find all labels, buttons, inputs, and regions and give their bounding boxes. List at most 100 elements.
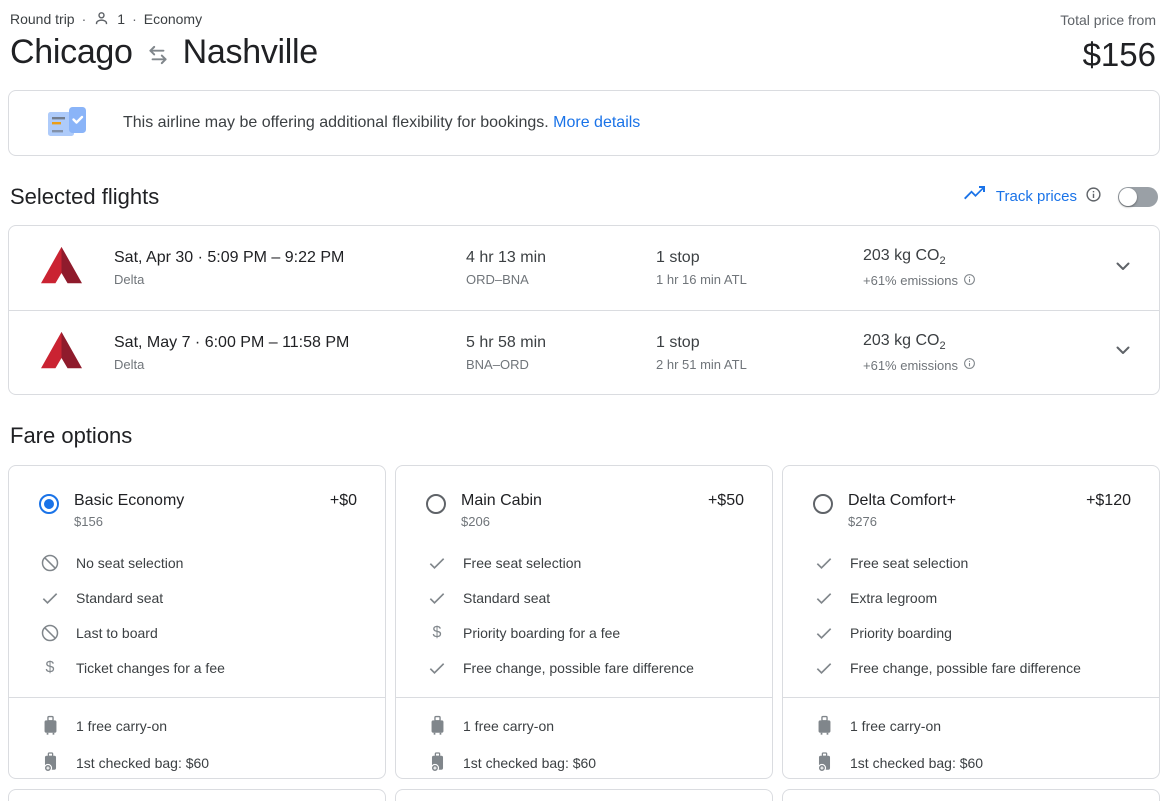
- passenger-count: 1: [117, 10, 126, 27]
- not-included-icon: [40, 553, 60, 573]
- fare-feature-label: Free seat selection: [850, 555, 969, 571]
- fare-baggage: $ 1 free carry-on: [9, 697, 385, 773]
- trip-type-label: Round trip: [10, 10, 75, 27]
- track-prices-toggle[interactable]: [1118, 186, 1158, 207]
- flight-date-times: Sat, May 7 · 6:00 PM – 11:58 PM: [114, 333, 350, 351]
- total-price-block: Total price from $156: [1060, 10, 1156, 74]
- not-included-icon: [40, 623, 60, 643]
- fare-price-delta: +$120: [1086, 492, 1131, 509]
- fare-feature-label: 1st checked bag: $60: [850, 754, 984, 771]
- fare-feature-label: Standard seat: [76, 590, 164, 606]
- chevron-down-icon: [1111, 254, 1135, 283]
- fare-features: $ Free seat selection: [426, 553, 744, 678]
- fare-feature-label: Free change, possible fare difference: [463, 660, 694, 676]
- check-icon: [814, 588, 834, 608]
- expand-flight-chevron[interactable]: [1095, 338, 1135, 367]
- fare-card[interactable]: Basic Economy $156 +$0 $: [8, 465, 386, 779]
- check-icon: [427, 658, 447, 678]
- flights-list: Sat, Apr 30 · 5:09 PM – 9:22 PM Delta 4 …: [8, 225, 1160, 395]
- fare-feature-label: Extra legroom: [850, 590, 938, 606]
- fare-feature-label: Priority boarding for a fee: [463, 625, 621, 641]
- more-details-link[interactable]: More details: [553, 114, 640, 131]
- fare-feature-row: $ No seat selection: [39, 553, 357, 573]
- flight-row[interactable]: Sat, Apr 30 · 5:09 PM – 9:22 PM Delta 4 …: [9, 226, 1159, 310]
- chevron-down-icon: [1111, 338, 1135, 367]
- fare-feature-row: $ 1 free carry-on: [426, 715, 744, 736]
- toggle-thumb: [1119, 187, 1137, 206]
- fare-price-delta: +$0: [329, 492, 357, 509]
- flight-date-times: Sat, Apr 30 · 5:09 PM – 9:22 PM: [114, 249, 345, 266]
- trending-icon: [962, 182, 986, 211]
- flight-emissions: 203 kg CO2: [863, 247, 946, 268]
- fare-feature-label: Ticket changes for a fee: [76, 660, 225, 676]
- emissions-info-icon[interactable]: [963, 357, 976, 373]
- fare-feature-label: No seat selection: [76, 555, 184, 571]
- fare-name: Main Cabin: [461, 492, 542, 509]
- cabin-class-label: Economy: [143, 10, 203, 27]
- fare-options-title: Fare options: [10, 423, 133, 448]
- flight-stops: 1 stop: [656, 333, 700, 351]
- total-price-label: Total price from: [1060, 12, 1156, 28]
- flight-emissions: 203 kg CO2: [863, 331, 946, 353]
- fare-feature-label: Free seat selection: [463, 555, 582, 571]
- delta-airline-logo: [39, 245, 114, 291]
- selected-flights-title: Selected flights: [10, 183, 160, 209]
- track-prices-control: Track prices: [962, 182, 1158, 211]
- carry-on-bag-icon: [42, 715, 59, 736]
- fare-feature-label: 1st checked bag: $60: [76, 754, 210, 771]
- flight-layover: 1 hr 16 min ATL: [656, 272, 747, 287]
- fare-card[interactable]: Delta Comfort+ $276 +$120 $: [782, 465, 1160, 779]
- flight-layover: 2 hr 51 min ATL: [656, 356, 747, 372]
- carry-on-bag-icon: [429, 715, 446, 736]
- total-price-value: $156: [1082, 36, 1156, 73]
- fare-feature-label: 1 free carry-on: [850, 717, 942, 734]
- fare-feature-row: $ 1st checked bag: $60: [426, 752, 744, 773]
- airline-name: Delta: [114, 272, 145, 287]
- fare-feature-row: $ 1st checked bag: $60: [813, 752, 1131, 773]
- separator-dot: ·: [132, 10, 137, 27]
- fare-features: $ Free seat selection: [813, 553, 1131, 678]
- fare-card[interactable]: Main Cabin $206 +$50 $: [395, 465, 773, 779]
- fare-feature-row: $ Free seat selection: [813, 553, 1131, 573]
- fare-feature-row: $ Priority boarding: [813, 623, 1131, 643]
- check-icon: [427, 588, 447, 608]
- fare-feature-label: Standard seat: [463, 590, 551, 606]
- info-icon[interactable]: [1085, 186, 1102, 208]
- checked-bag-icon: [429, 752, 446, 773]
- track-prices-label[interactable]: Track prices: [996, 188, 1077, 205]
- fare-feature-row: $ Free change, possible fare difference: [426, 658, 744, 678]
- fare-feature-label: 1st checked bag: $60: [463, 754, 597, 771]
- check-icon: [427, 553, 447, 573]
- fare-baggage: $ 1 free carry-on: [783, 697, 1159, 773]
- flight-details-page: Round trip · 1 · Economy Chicago Nashvil…: [0, 0, 1168, 801]
- fare-feature-row: $ Extra legroom: [813, 588, 1131, 608]
- fare-feature-row: $ Ticket changes for a fee: [39, 658, 357, 678]
- emissions-info-icon[interactable]: [963, 273, 976, 289]
- check-icon: [40, 588, 60, 608]
- expand-flight-chevron[interactable]: [1095, 254, 1135, 283]
- flight-stops: 1 stop: [656, 249, 700, 266]
- check-icon: [814, 623, 834, 643]
- fare-radio[interactable]: [813, 494, 833, 514]
- fare-radio[interactable]: [426, 494, 446, 514]
- route-title: Chicago Nashville: [10, 33, 318, 72]
- flight-row[interactable]: Sat, May 7 · 6:00 PM – 11:58 PM Delta 5 …: [9, 310, 1159, 394]
- check-icon: [814, 658, 834, 678]
- airline-name: Delta: [114, 356, 145, 372]
- fare-feature-label: Free change, possible fare difference: [850, 660, 1081, 676]
- fare-feature-label: Priority boarding: [850, 625, 952, 641]
- flight-emissions-delta: +61% emissions: [863, 357, 1095, 373]
- fare-feature-row: $ Standard seat: [39, 588, 357, 608]
- fare-feature-row: $ 1st checked bag: $60: [39, 752, 357, 773]
- next-section-sliver: [8, 789, 1160, 801]
- origin-city: Chicago: [10, 33, 133, 71]
- flight-route: BNA–ORD: [466, 356, 529, 372]
- fare-radio[interactable]: [39, 494, 59, 514]
- fare-base-price: $156: [74, 514, 103, 529]
- fare-base-price: $276: [848, 514, 877, 529]
- fare-baggage: $ 1 free carry-on: [396, 697, 772, 773]
- fare-features: $ No seat selection: [39, 553, 357, 678]
- booking-flexibility-icon: [45, 104, 91, 142]
- delta-airline-logo: [39, 330, 114, 376]
- flight-route: ORD–BNA: [466, 272, 529, 287]
